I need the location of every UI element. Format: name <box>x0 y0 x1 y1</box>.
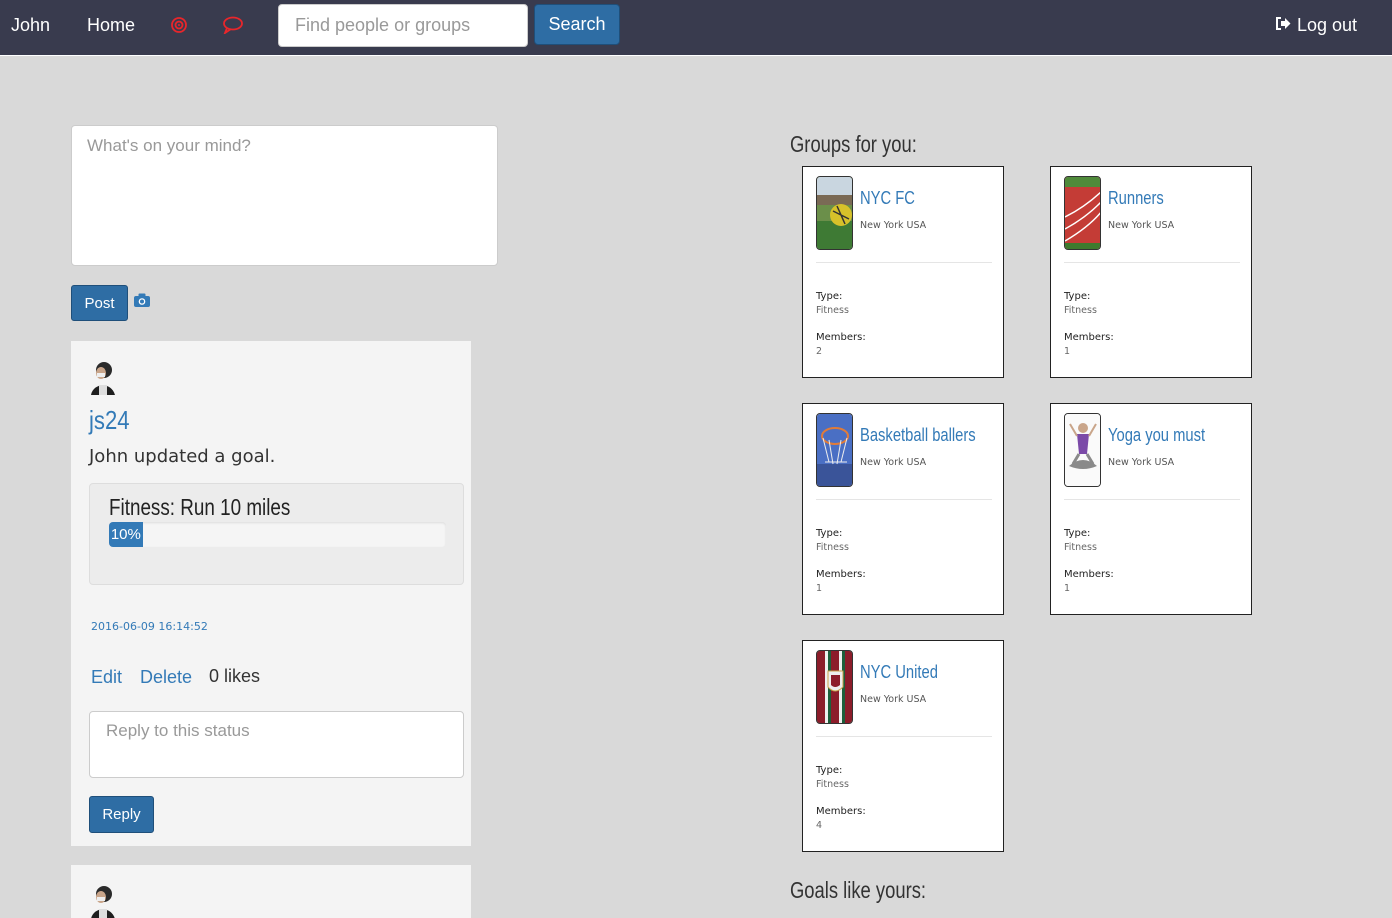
divider <box>1064 262 1240 263</box>
nav-user-link[interactable]: John <box>11 15 50 36</box>
progress-bar-fill: 10% <box>109 522 143 547</box>
post-timestamp: 2016-06-09 16:14:52 <box>91 620 208 633</box>
logout-label: Log out <box>1297 15 1358 35</box>
group-image[interactable] <box>1064 176 1101 250</box>
post-button[interactable]: Post <box>71 285 128 321</box>
reply-input[interactable] <box>89 711 464 778</box>
chat-icon[interactable] <box>222 16 244 39</box>
search-input[interactable] <box>278 4 528 47</box>
group-name-link[interactable]: NYC FC <box>860 188 915 209</box>
group-members-count: 1 <box>816 583 823 594</box>
groups-section-title: Groups for you: <box>790 131 917 157</box>
nav-home-link[interactable]: Home <box>87 15 135 36</box>
logout-icon <box>1275 15 1292 36</box>
group-image[interactable] <box>1064 413 1101 487</box>
group-card[interactable]: Yoga you must New York USA Type: Fitness… <box>1050 403 1252 615</box>
divider <box>816 262 992 263</box>
group-image[interactable] <box>816 413 853 487</box>
search-button[interactable]: Search <box>534 4 620 45</box>
reply-button[interactable]: Reply <box>89 796 154 833</box>
goal-panel: Fitness: Run 10 miles 10% <box>89 483 464 585</box>
edit-link[interactable]: Edit <box>91 667 122 688</box>
avatar[interactable] <box>89 359 117 395</box>
status-text: John updated a goal. <box>89 446 276 467</box>
goal-progress: 10% <box>109 522 446 547</box>
group-location: New York USA <box>860 457 927 468</box>
group-image[interactable] <box>816 176 853 250</box>
group-card[interactable]: NYC FC New York USA Type: Fitness Member… <box>802 166 1004 378</box>
goals-section-title: Goals like yours: <box>790 877 927 903</box>
group-image[interactable] <box>816 650 853 724</box>
top-navbar: John Home Search Log out <box>0 0 1392 56</box>
group-card[interactable]: NYC United New York USA Type: Fitness Me… <box>802 640 1004 852</box>
group-members-label: Members: <box>1064 332 1114 343</box>
delete-link[interactable]: Delete <box>140 667 192 688</box>
group-name-link[interactable]: Basketball ballers <box>860 425 976 446</box>
group-members-label: Members: <box>816 806 866 817</box>
group-type-label: Type: <box>816 765 843 776</box>
divider <box>816 736 992 737</box>
group-card[interactable]: Basketball ballers New York USA Type: Fi… <box>802 403 1004 615</box>
group-location: New York USA <box>860 694 927 705</box>
group-location: New York USA <box>1108 220 1175 231</box>
group-name-link[interactable]: Runners <box>1108 188 1164 209</box>
group-members-count: 1 <box>1064 346 1071 357</box>
group-members-label: Members: <box>1064 569 1114 580</box>
target-icon[interactable] <box>170 16 188 39</box>
goal-title: Fitness: Run 10 miles <box>109 494 291 520</box>
logout-link[interactable]: Log out <box>1275 15 1357 36</box>
avatar[interactable] <box>89 883 117 918</box>
group-location: New York USA <box>860 220 927 231</box>
group-type-label: Type: <box>1064 291 1091 302</box>
camera-icon[interactable] <box>133 292 151 313</box>
group-name-link[interactable]: NYC United <box>860 662 938 683</box>
group-type: Fitness <box>816 779 849 790</box>
group-name-link[interactable]: Yoga you must <box>1108 425 1205 446</box>
group-type: Fitness <box>1064 305 1097 316</box>
group-type-label: Type: <box>1064 528 1091 539</box>
divider <box>816 499 992 500</box>
status-composer-input[interactable] <box>71 125 498 266</box>
group-type-label: Type: <box>816 528 843 539</box>
status-post: js24 John updated a goal. Fitness: Run 1… <box>71 341 471 846</box>
likes-count[interactable]: 0 likes <box>209 666 260 687</box>
group-type: Fitness <box>816 542 849 553</box>
group-members-count: 4 <box>816 820 823 831</box>
status-post <box>71 865 471 918</box>
divider <box>1064 499 1240 500</box>
group-members-label: Members: <box>816 569 866 580</box>
group-members-count: 2 <box>816 346 823 357</box>
group-members-label: Members: <box>816 332 866 343</box>
post-author-link[interactable]: js24 <box>89 405 130 436</box>
group-type: Fitness <box>816 305 849 316</box>
group-type-label: Type: <box>816 291 843 302</box>
group-type: Fitness <box>1064 542 1097 553</box>
group-members-count: 1 <box>1064 583 1071 594</box>
group-card[interactable]: Runners New York USA Type: Fitness Membe… <box>1050 166 1252 378</box>
group-location: New York USA <box>1108 457 1175 468</box>
